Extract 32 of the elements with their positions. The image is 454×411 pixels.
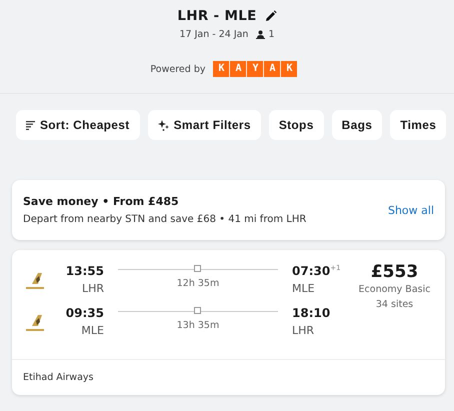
filter-chip[interactable]: Sort: Cheapest [16,110,140,140]
filter-chip[interactable]: Times [390,110,446,140]
sort-icon [26,120,35,130]
arrival-airport: MLE [292,282,316,295]
flight-duration: 12h 35m [176,278,220,289]
arrival-time: 18:10 [292,306,332,320]
site-count: 34 sites [376,299,414,310]
arrival-airport: LHR [292,324,316,337]
promo-title: Save money • From £485 [23,195,180,208]
filter-chip[interactable]: Stops [268,110,324,140]
filter-chip[interactable]: Bags [332,110,382,140]
airline-name: Etihad Airways [22,371,94,383]
route-title: LHR - MLE [177,8,257,24]
flight-duration: 13h 35m [176,320,220,331]
promo-text: Depart from nearby STN and save £68 • 41 mi from LHR [23,214,306,225]
departure-airport: LHR [82,282,104,295]
traveller-count: 1 [268,29,275,40]
sparkle-icon [158,120,169,130]
airline-logo-icon [24,270,46,292]
departure-time: 13:55 [66,264,104,278]
fare-class: Economy Basic [358,284,430,295]
price: £553 [370,262,418,282]
departure-time: 09:35 [66,306,104,320]
edit-icon[interactable] [264,10,277,22]
show-all-link[interactable]: Show all [388,204,434,216]
departure-airport: MLE [81,324,104,337]
arrival-time: 07:30$^{+1}$ [292,264,342,278]
filter-chip[interactable]: Smart Filters [148,110,261,140]
trip-dates: 17 Jan - 24 Jan [179,29,248,40]
person-icon [256,30,266,39]
powered-by-label: Powered by [150,64,206,74]
airline-logo-icon [24,312,46,334]
